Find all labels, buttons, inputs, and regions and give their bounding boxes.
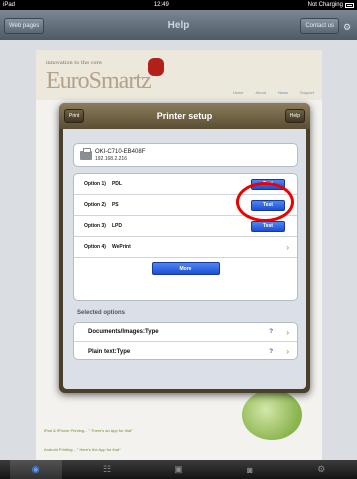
selected-row-plaintext[interactable]: Plain text:Type ? › bbox=[74, 342, 297, 359]
more-button[interactable]: More bbox=[151, 262, 220, 275]
site-nav-support[interactable]: Support bbox=[300, 90, 314, 95]
option-label: Option 2) bbox=[84, 202, 106, 208]
site-nav-home[interactable]: Home bbox=[233, 90, 244, 95]
option-label: Option 4) bbox=[84, 244, 106, 250]
tab-camera[interactable]: ◙ bbox=[224, 460, 276, 479]
printer-ip: 192.168.2.216 bbox=[95, 155, 127, 162]
test-lpd-button[interactable]: Test bbox=[251, 220, 285, 232]
apple-image bbox=[242, 390, 302, 440]
status-bar: iPad 12:49 Not Charging bbox=[0, 0, 357, 10]
chevron-right-icon: › bbox=[286, 242, 289, 252]
contact-us-button[interactable]: Contact us bbox=[300, 18, 339, 34]
device-label: iPad bbox=[3, 2, 16, 8]
option-name: WePrint bbox=[111, 244, 131, 250]
camera-icon: ◙ bbox=[247, 464, 253, 475]
ipad-printing-link[interactable]: iPad & iPhone Printing... " There's an A… bbox=[44, 428, 133, 433]
option-name: PDL bbox=[111, 181, 122, 187]
status-time: 12:49 bbox=[153, 2, 169, 8]
status-right: Not Charging bbox=[308, 2, 354, 8]
option-label: Option 3) bbox=[84, 223, 106, 229]
site-logo: EuroSmartz bbox=[46, 68, 152, 94]
tab-gear[interactable]: ⚙ bbox=[295, 460, 347, 479]
help-question-icon[interactable]: ? bbox=[269, 329, 273, 335]
selected-row-documents[interactable]: Documents/Images:Type ? › bbox=[74, 323, 297, 342]
site-nav: Home About News Support bbox=[233, 90, 314, 95]
dialog-title: Printer setup bbox=[156, 111, 213, 121]
more-row: More bbox=[74, 258, 297, 279]
web-pages-button[interactable]: Web pages bbox=[4, 18, 45, 34]
option-row-weprint[interactable]: Option 4) WePrint › bbox=[74, 237, 297, 258]
site-header: innovation to the core EuroSmartz Home A… bbox=[36, 50, 322, 100]
people-icon: ☷ bbox=[103, 464, 112, 474]
help-question-icon[interactable]: ? bbox=[269, 349, 273, 355]
chevron-right-icon: › bbox=[286, 347, 289, 356]
site-nav-about[interactable]: About bbox=[256, 90, 266, 95]
gear-icon: ⚙ bbox=[317, 464, 326, 474]
logo-badge-icon bbox=[148, 58, 164, 76]
image-icon: ▣ bbox=[174, 464, 183, 474]
site-nav-news[interactable]: News bbox=[278, 90, 288, 95]
site-tagline: innovation to the core bbox=[46, 60, 102, 66]
selected-options-label: Selected options bbox=[77, 310, 126, 316]
selected-row-label: Documents/Images:Type bbox=[88, 329, 159, 335]
android-printing-link[interactable]: Android Printing... " Here's the App for… bbox=[44, 447, 133, 452]
printer-selector[interactable]: OKI-C710-EB408F 192.168.2.216 bbox=[73, 143, 298, 167]
charging-status: Not Charging bbox=[307, 2, 343, 8]
printer-name: OKI-C710-EB408F bbox=[95, 148, 146, 155]
option-label: Option 1) bbox=[84, 181, 106, 187]
option-name: LPD bbox=[111, 223, 122, 229]
highlight-circle bbox=[236, 182, 294, 222]
printer-icon bbox=[80, 147, 92, 160]
dialog-header: Print Printer setup Help bbox=[59, 103, 310, 129]
tab-image[interactable]: ▣ bbox=[152, 460, 204, 479]
battery-icon bbox=[344, 2, 354, 8]
settings-icon[interactable]: ⚙ bbox=[343, 22, 353, 32]
tab-people[interactable]: ☷ bbox=[81, 460, 133, 479]
help-button[interactable]: Help bbox=[284, 109, 305, 123]
nav-title: Help bbox=[167, 19, 190, 31]
globe-icon: ◉ bbox=[31, 464, 40, 474]
selected-row-label: Plain text:Type bbox=[88, 348, 131, 355]
printer-setup-dialog: Print Printer setup Help OKI-C710-EB408F… bbox=[59, 103, 310, 393]
chevron-right-icon: › bbox=[286, 327, 289, 337]
dialog-body: OKI-C710-EB408F 192.168.2.216 Option 1) … bbox=[63, 129, 306, 389]
site-bottom-links: iPad & iPhone Printing... " There's an A… bbox=[44, 414, 133, 452]
selected-options-list: Documents/Images:Type ? › Plain text:Typ… bbox=[73, 322, 298, 360]
tab-globe[interactable]: ◉ bbox=[9, 460, 62, 479]
nav-bar: Web pages Help Contact us ⚙ bbox=[0, 10, 357, 40]
tab-bar: ◉ ☷ ▣ ◙ ⚙ bbox=[0, 460, 357, 479]
option-name: PS bbox=[111, 202, 119, 208]
print-button[interactable]: Print bbox=[64, 109, 85, 123]
